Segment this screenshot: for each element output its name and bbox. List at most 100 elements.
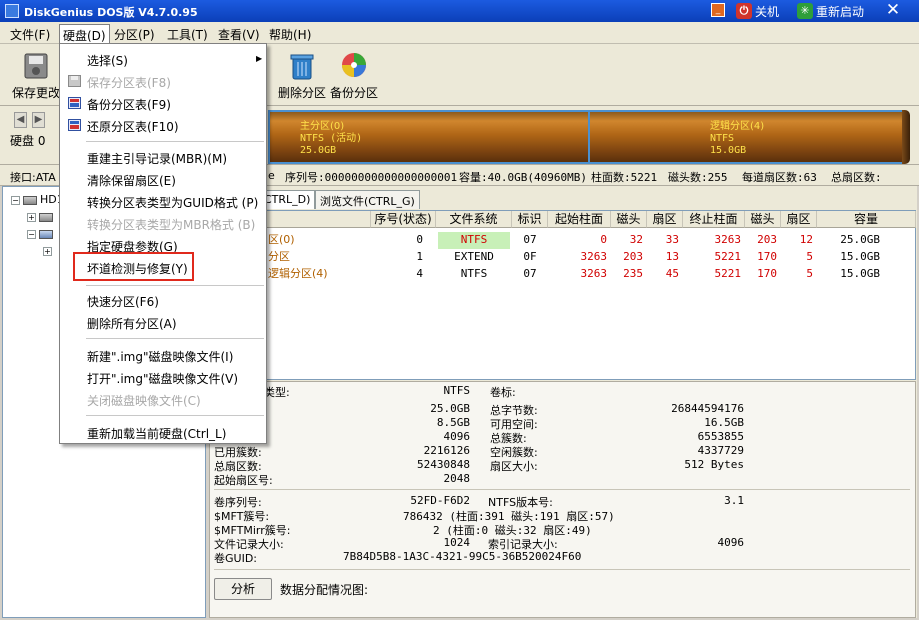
partition-block-logical[interactable]: 逻辑分区(4) NTFS 15.0GB [588,110,904,164]
cell-start-head: 235 [623,267,643,280]
shutdown-label: 关机 [755,4,780,19]
total-sectors: 总扇区数: [831,171,882,184]
menu-help[interactable]: 帮助(H) [269,26,311,43]
cell-capacity: 15.0GB [840,267,880,280]
expand-icon[interactable]: + [27,212,36,222]
next-disk-button[interactable]: ▶ [32,112,45,128]
menu-item-quick-partition[interactable]: 快速分区(F6) [87,293,159,310]
head-count: 磁头数:255 [668,171,728,184]
delete-partition-button[interactable]: 删除分区 [272,50,332,101]
tree-node-extended[interactable]: − [27,227,56,240]
cell-capacity: 25.0GB [840,233,880,246]
details-divider [214,489,910,490]
cell-start-cylinder: 3263 [580,250,608,263]
app-icon [5,4,19,18]
cell-start-head: 32 [629,233,643,246]
menu-item-restore-partition-table[interactable]: 还原分区表(F10) [87,118,179,135]
detail-value: 8.5GB [436,416,470,429]
backup-table-icon [68,97,81,109]
detail-label: 起始扇区号: [214,474,273,487]
detail-label: 扇区大小: [490,460,538,473]
partition-block-primary[interactable]: 主分区(0) NTFS (活动) 25.0GB [268,110,593,164]
partition-name-cell: 分区 [268,250,290,263]
column-header: 文件系统 [436,211,512,228]
detail-value: 4096 [717,536,745,549]
partition-name-cell: 逻辑分区(4) [268,267,328,280]
cell-filesystem: NTFS [460,267,488,280]
tab-partition-params[interactable]: CTRL_D) [259,190,316,209]
tab-browse-files[interactable]: 浏览文件(CTRL_G) [315,190,420,209]
detail-value-type: NTFS [443,384,471,397]
collapse-icon[interactable]: − [27,229,36,239]
cell-start-sector: 45 [665,267,679,280]
prev-disk-button[interactable]: ◀ [14,112,27,128]
restart-icon: ✳ [797,3,813,19]
detail-value: 16.5GB [704,416,744,429]
detail-value: 2216126 [423,444,470,457]
partition-details: 类型: NTFS 卷标: 25.0GB 8.5GB 4096 已用簇数: 221… [209,381,916,618]
menu-partition[interactable]: 分区(P) [114,26,155,43]
column-header: 磁头 [611,211,647,228]
analyze-button[interactable]: 分析 [214,578,272,600]
column-header: 扇区 [647,211,683,228]
tab-strip: CTRL_D) 浏览文件(CTRL_G) [209,190,917,209]
menu-separator [86,415,264,416]
cell-end-sector: 12 [799,233,813,246]
partition-name: 逻辑分区(4) [710,121,765,132]
shutdown-button[interactable]: ⏻ 关机 [736,2,779,20]
expand-icon[interactable]: + [43,246,52,256]
save-icon [24,53,48,79]
menu-view[interactable]: 查看(V) [218,26,260,43]
menu-item-close-image[interactable]: 关闭磁盘映像文件(C) [87,392,201,409]
power-icon: ⏻ [736,3,752,19]
menu-item-reload-disk[interactable]: 重新加载当前硬盘(Ctrl_L) [87,425,226,442]
menu-file[interactable]: 文件(F) [10,26,50,43]
detail-value: 4337729 [697,444,744,457]
interface-label: 接口:ATA [10,171,56,184]
minimize-button[interactable]: _ [711,3,725,17]
menu-item-delete-all-partitions[interactable]: 删除所有分区(A) [87,315,177,332]
cell-id: 07 [523,233,537,246]
collapse-icon[interactable]: − [11,195,20,205]
menu-bar: 文件(F) 硬盘(D) 分区(P) 工具(T) 查看(V) 帮助(H) [0,22,919,44]
partition-fs: NTFS [710,133,735,144]
disk-bar-end-cap [902,110,910,164]
backup-disc-icon [342,53,366,77]
tree-node-partition[interactable]: + [27,210,56,223]
tree-node-logical[interactable]: + [43,244,55,257]
partition-name-cell: 区(0) [268,233,295,246]
detail-label-volume: 卷标: [490,386,516,399]
detail-value: 2048 [443,472,471,485]
menu-item-select[interactable]: 选择(S) [87,52,128,69]
close-icon[interactable]: ✕ [882,1,904,21]
detail-value: 512 Bytes [684,458,744,471]
restore-table-icon [68,119,81,131]
menu-disk[interactable]: 硬盘(D) [59,24,110,43]
menu-item-save-partition-table[interactable]: 保存分区表(F8) [87,74,171,91]
column-header: 容量 [817,211,916,228]
cell-capacity: 15.0GB [840,250,880,263]
column-header: 终止柱面 [683,211,745,228]
menu-item-new-image[interactable]: 新建".img"磁盘映像文件(I) [87,348,233,365]
detail-value: 3.1 [724,494,744,507]
column-header: 标识 [512,211,548,228]
extended-partition-icon [39,229,53,239]
menu-item-convert-to-guid[interactable]: 转换分区表类型为GUID格式 (P) [87,194,258,211]
menu-item-open-image[interactable]: 打开".img"磁盘映像文件(V) [87,370,238,387]
window-title: DiskGenius DOS版 V4.7.0.95 [24,6,198,19]
column-header: 磁头 [745,211,781,228]
tree-node-hd[interactable]: − HD1 [11,193,64,206]
menu-item-backup-partition-table[interactable]: 备份分区表(F9) [87,96,171,113]
cell-filesystem: NTFS [438,232,510,249]
menu-item-clear-reserved-sectors[interactable]: 清除保留扇区(E) [87,172,176,189]
partition-size: 15.0GB [710,145,747,156]
backup-partition-button[interactable]: 备份分区 [324,50,384,101]
detail-value: 7B84D5B8-1A3C-4321-99C5-36B520024F60 [343,550,582,563]
menu-tools[interactable]: 工具(T) [167,26,208,43]
menu-item-convert-to-mbr[interactable]: 转换分区表类型为MBR格式 (B) [87,216,255,233]
save-changes-button[interactable]: 保存更改 [6,50,66,101]
detail-value: 4096 [443,430,471,443]
menu-item-rebuild-mbr[interactable]: 重建主引导记录(MBR)(M) [87,150,227,167]
restart-button[interactable]: ✳ 重新启动 [797,2,864,20]
menu-separator [86,338,264,339]
